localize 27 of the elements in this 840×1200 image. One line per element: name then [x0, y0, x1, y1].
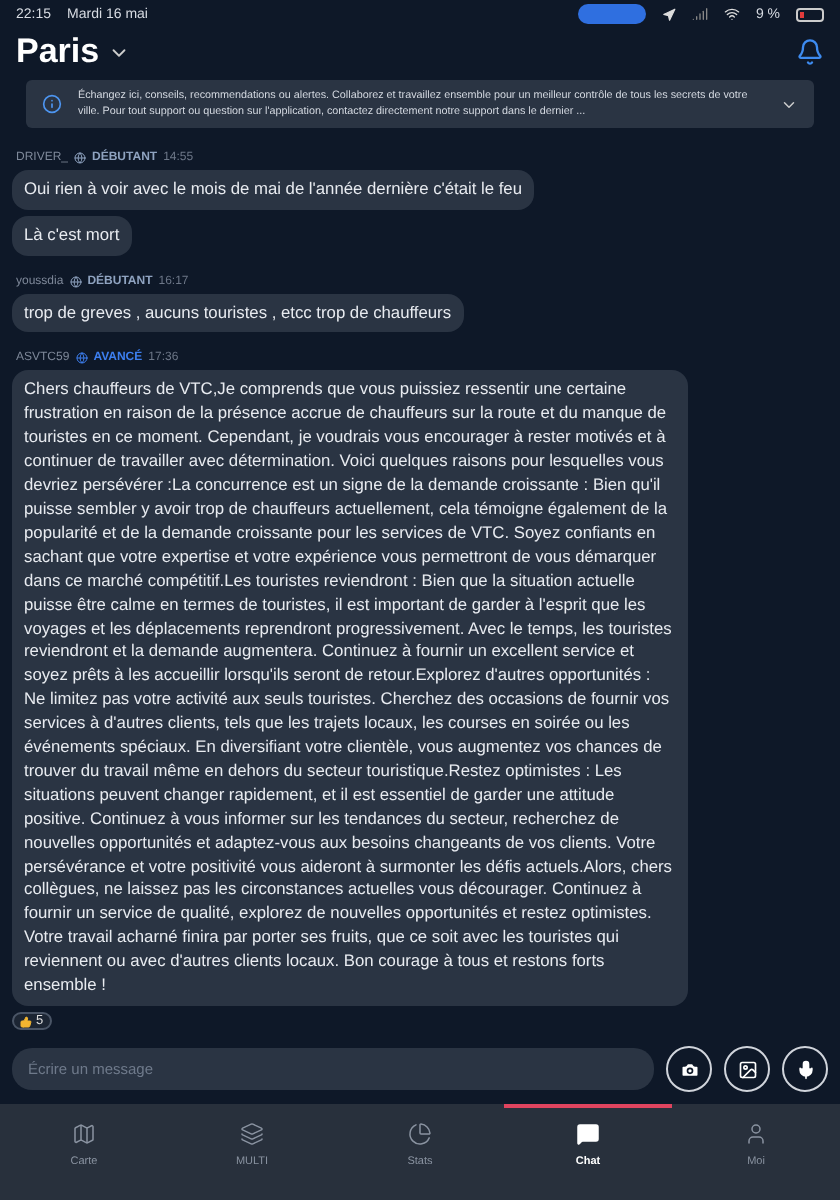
notification-bell-icon[interactable] — [796, 38, 824, 66]
message-bubble: Là c'est mort — [12, 215, 132, 256]
wifi-icon — [723, 6, 740, 22]
microphone-button[interactable] — [782, 1046, 828, 1092]
status-pill — [577, 4, 646, 24]
camera-button[interactable] — [666, 1046, 712, 1092]
pie-chart-icon — [408, 1122, 432, 1146]
microphone-icon — [795, 1059, 815, 1079]
level-icon — [75, 352, 88, 365]
city-title[interactable]: Paris — [16, 32, 100, 72]
map-icon — [72, 1122, 96, 1146]
message-bubble: Oui rien à voir avec le mois de mai de l'année dernière c'était le feu — [12, 169, 534, 210]
user-icon — [744, 1122, 768, 1146]
info-icon — [42, 94, 62, 114]
thumbs-up-icon — [20, 1015, 32, 1027]
image-icon — [737, 1059, 757, 1079]
location-icon — [661, 7, 676, 21]
layers-icon — [240, 1122, 264, 1146]
image-button[interactable] — [724, 1046, 770, 1092]
chat-icon — [576, 1122, 600, 1146]
level-icon — [69, 275, 82, 288]
signal-icon — [691, 6, 708, 22]
camera-icon — [679, 1059, 699, 1079]
message-bubble: trop de greves , aucuns touristes , etcc trop de chauffeurs — [12, 293, 464, 333]
message-bubble: Chers chauffeurs de VTC,Je comprends que vous puissiez ressentir une certaine frustration en raison de la présence accrue de chauffeurs sur la route et du manque de touristes en ce moment. Cependant, je voudrais vous encourager à rester motivés et à continuer de travailler avec détermination. Voici quelques raisons pour lesquelles vous devriez persévérer :La concurrence est un signe de la demande croissante : Bien qu'il puisse sembler y avoir trop de chauffeurs actuellement, cela témoigne également de la popularité et de la demande croissante pour les services de VTC. Soyez confiants en sachant que votre expertise et votre expérience vous permettront de vous démarquer dans ce marché compétitif.Les touristes reviendront : Bien que la situation actuelle puisse être calme en termes de touristes, il est important de garder à l'esprit que les voyages et les déplacements reprendront progressivement. Avec le temps, les touristes reviendront et la demande augmentera. Continuez à fournir un excellent service et soyez prêts à les accueillir lorsqu'ils seront de retour.Explorez d'autres opportunités : Ne limitez pas votre activité aux seuls touristes. Cherchez des occasions de fournir vos services à d'autres clients, tels que les trajets locaux, les courses en soirée ou les événements spéciaux. En diversifiant votre clientèle, vous augmentez vos chances de trouver du travail même en dehors du secteur touristique.Restez optimistes : Les situations peuvent changer rapidement, et il est essentiel de garder une attitude positive. Continuez à vous informer sur les tendances du secteur, recherchez de nouvelles opportunités et adaptez-vous aux besoins changeants de vos clients. Votre persévérance et votre positivité vous aideront à surmonter les défis actuels.Alors, chers collègues, ne laissez pas les circonstances actuelles vous décourager. Continuez à fournir un service de qualité, explorez de nouvelles opportunités et restez optimistes. Votre travail acharné finira par porter ses fruits, que ce soit avec les touristes qui reviennent ou avec d'autres clients locaux. Bon courage à tous et restons forts ensemble ! — [12, 370, 688, 1006]
battery-icon — [796, 7, 824, 21]
level-icon — [74, 151, 87, 164]
